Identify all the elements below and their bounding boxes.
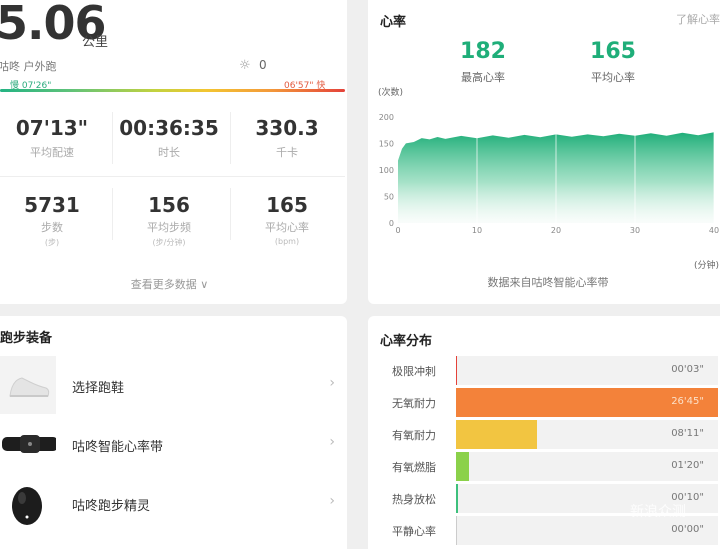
zone-name: 热身放松 [392, 493, 436, 506]
stat-value: 156 [148, 193, 190, 217]
stat-label: 平均步频 [147, 221, 191, 234]
stat-avg-pace: 07'13" 平均配速 [0, 116, 107, 160]
y-tick-label: 100 [379, 166, 394, 175]
zone-name: 极限冲刺 [392, 365, 436, 378]
zone-track: 00'03" [456, 356, 718, 385]
heart-rate-strap-icon [0, 415, 58, 473]
chevron-right-icon: › [329, 434, 335, 450]
zone-row: 极限冲刺 00'03" [368, 356, 720, 385]
zone-name: 平静心率 [392, 525, 436, 538]
stat-value: 00:36:35 [119, 116, 219, 140]
zone-time: 01'20" [671, 460, 704, 471]
divider [112, 112, 113, 164]
stat-label: 平均心率 [265, 221, 309, 234]
data-source-note: 数据来自咕咚智能心率带 [487, 276, 609, 289]
stat-calories: 330.3 千卡 [232, 116, 342, 160]
stat-value: 165 [266, 193, 308, 217]
gear-item-shoes[interactable]: 选择跑鞋 › [0, 356, 347, 414]
zone-fill-bar [456, 452, 470, 481]
sport-type-label: 咕咚 户外跑 [0, 60, 57, 73]
stat-unit: (步/分钟) [152, 238, 186, 247]
zone-name: 有氧耐力 [392, 429, 436, 442]
y-tick-label: 0 [389, 219, 394, 228]
gear-item-running-sprite[interactable]: 咕咚跑步精灵 › [0, 474, 347, 532]
stat-value: 07'13" [15, 116, 89, 140]
zone-fill-bar [456, 516, 457, 545]
gear-card: 跑步装备 选择跑鞋 › 咕咚智能心率带 › 咕咚跑步精灵 › [0, 316, 347, 549]
gear-item-hr-strap[interactable]: 咕咚智能心率带 › [0, 415, 347, 473]
stat-avg-hr: 165 平均心率 (bpm) [232, 193, 342, 246]
weather-value: 0 [259, 58, 267, 72]
shoe-icon [0, 356, 56, 414]
zone-row: 有氧燃脂 01'20" [368, 452, 720, 481]
zone-fill-bar [456, 484, 458, 513]
summary-card: 5.06 公里 咕咚 户外跑 ☼ 0 慢 07'26" 06'57" 快 07'… [0, 0, 347, 304]
stat-cadence: 156 平均步频 (步/分钟) [114, 193, 224, 248]
gear-title: 跑步装备 [0, 331, 53, 346]
zone-time: 26'45" [671, 396, 704, 407]
running-sprite-icon [0, 474, 56, 532]
gear-label: 咕咚智能心率带 [72, 440, 164, 455]
zone-row: 无氧耐力 26'45" [368, 388, 720, 417]
stat-label: 千卡 [276, 146, 298, 159]
more-data-button[interactable]: 查看更多数据 ∨ [0, 276, 347, 292]
stat-duration: 00:36:35 时长 [114, 116, 224, 160]
pace-gradient-bar [0, 89, 345, 92]
divider [0, 176, 345, 177]
y-tick-label: 200 [379, 113, 394, 122]
chevron-right-icon: › [329, 493, 335, 509]
heart-rate-card: 心率 了解心率 182 最高心率 165 平均心率 (次数) (分钟) 0 10 2… [368, 0, 720, 304]
zones-title: 心率分布 [380, 334, 433, 349]
stat-unit: (步) [44, 238, 60, 247]
zone-time: 00'03" [671, 364, 704, 375]
sun-icon: ☼ [239, 58, 251, 73]
zone-time: 00'00" [671, 524, 704, 535]
chevron-right-icon: › [329, 375, 335, 391]
divider [230, 112, 231, 164]
stat-unit: (bpm) [274, 237, 300, 246]
stat-value: 330.3 [255, 116, 319, 140]
heart-rate-chart: 0 10 20 30 40 0 50 100 150 200 [379, 113, 719, 235]
divider [112, 188, 113, 240]
zone-row: 有氧耐力 08'11" [368, 420, 720, 449]
y-tick-label: 50 [384, 193, 394, 202]
zone-track: 26'45" [456, 388, 718, 417]
distance-unit: 公里 [82, 35, 109, 50]
x-tick-label: 40 [709, 226, 719, 235]
gear-label: 选择跑鞋 [72, 381, 125, 396]
x-tick-label: 30 [630, 226, 640, 235]
x-tick-label: 10 [472, 226, 482, 235]
zone-track: 08'11" [456, 420, 718, 449]
zone-fill-bar [456, 420, 538, 449]
x-tick-label: 0 [395, 226, 400, 235]
stat-value: 5731 [24, 193, 80, 217]
watermark: 新浪众测 [630, 504, 686, 520]
stat-label: 时长 [158, 146, 180, 159]
zone-name: 有氧燃脂 [392, 461, 436, 474]
stat-label: 平均配速 [30, 146, 74, 159]
x-tick-label: 20 [551, 226, 561, 235]
zone-name: 无氧耐力 [392, 397, 436, 410]
zone-fill-bar [456, 356, 457, 385]
y-tick-label: 150 [379, 140, 394, 149]
stat-label: 步数 [41, 221, 63, 234]
zone-track: 01'20" [456, 452, 718, 481]
divider [230, 188, 231, 240]
zone-time: 08'11" [671, 428, 704, 439]
stat-steps: 5731 步数 (步) [0, 193, 107, 248]
gear-label: 咕咚跑步精灵 [72, 499, 151, 514]
